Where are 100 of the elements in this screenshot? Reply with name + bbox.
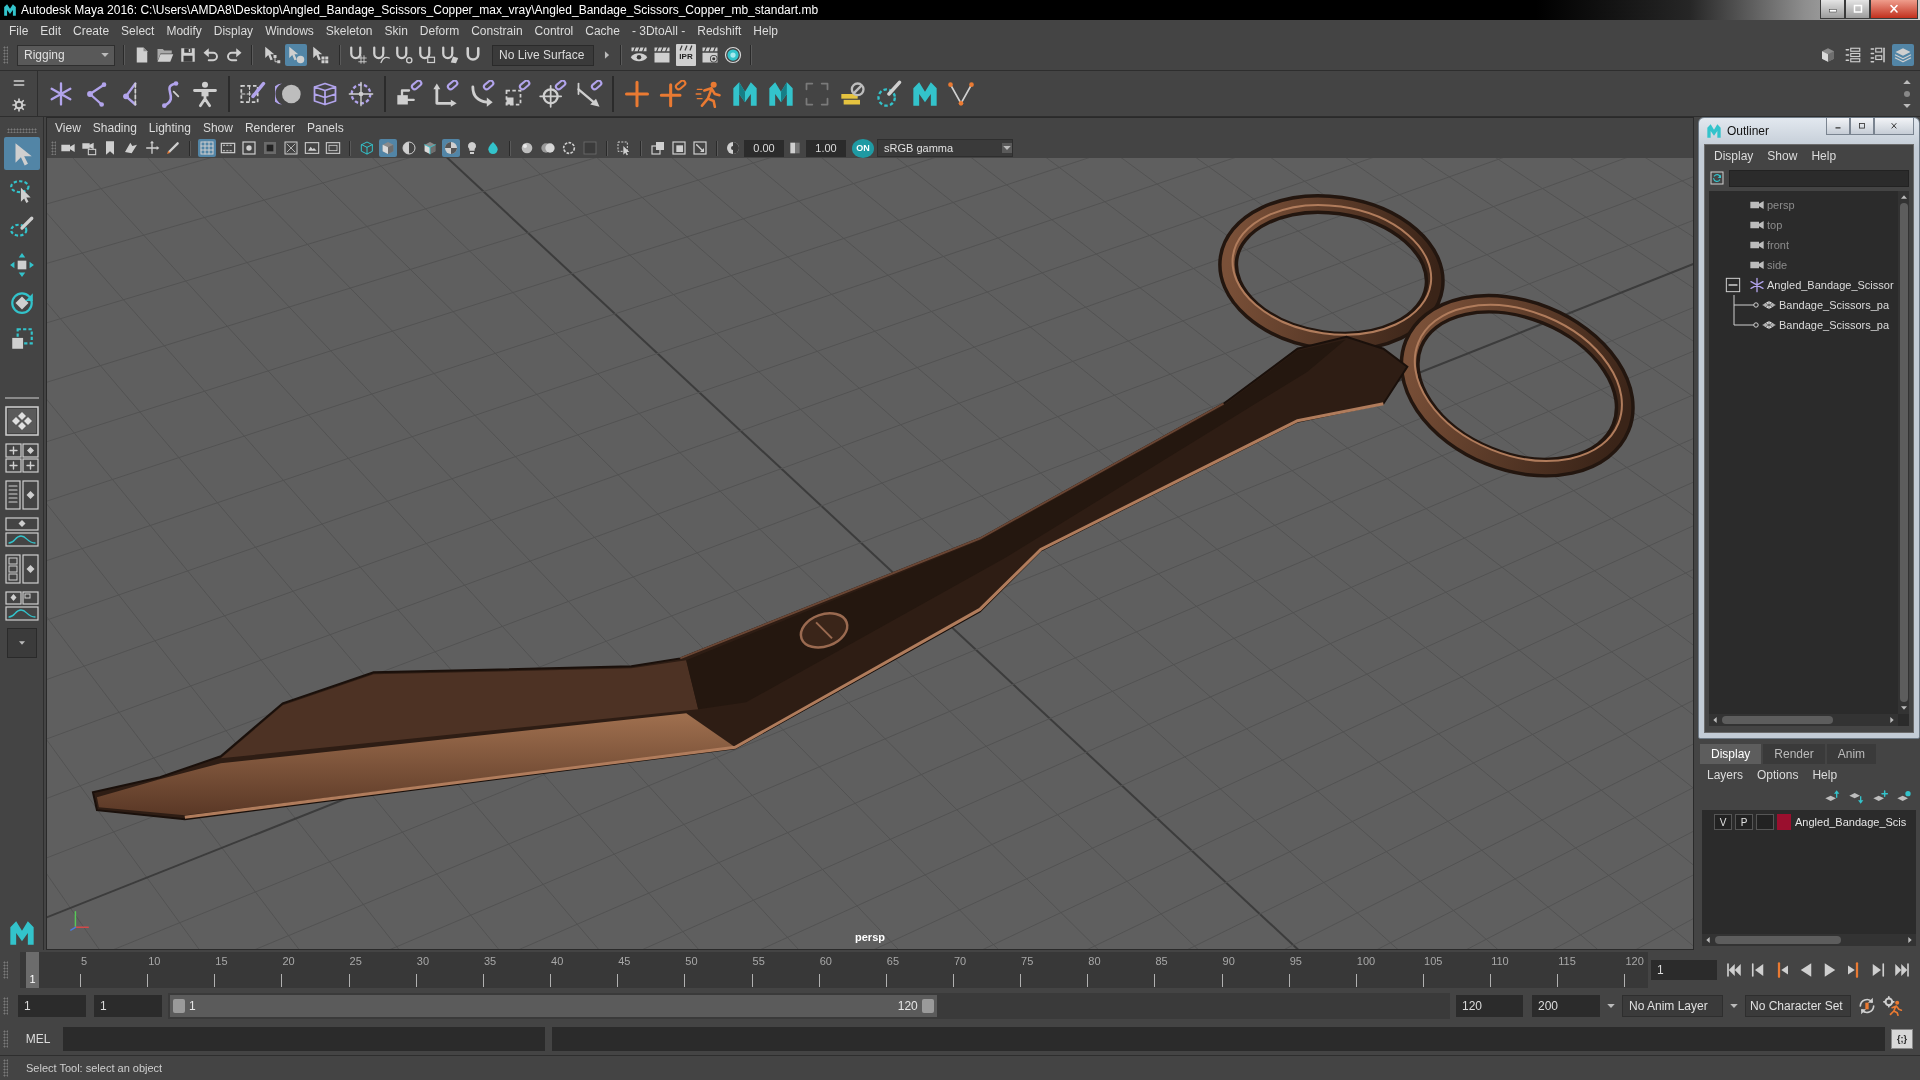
menu-item[interactable]: Display	[213, 22, 254, 39]
caret-down-icon[interactable]	[1729, 1001, 1739, 1011]
nested-toggle[interactable]	[670, 139, 688, 157]
linked-axes-icon[interactable]	[431, 79, 459, 108]
maximize-button[interactable]	[1845, 0, 1870, 19]
textured-toggle[interactable]	[442, 139, 460, 157]
half-square-icon[interactable]	[787, 140, 803, 156]
drag-handle[interactable]	[3, 1059, 8, 1077]
linked-diagonal-arrow-icon[interactable]	[575, 79, 603, 108]
horizontal-scrollbar[interactable]	[1709, 714, 1898, 726]
drag-handle[interactable]	[51, 141, 56, 155]
curve-magnet-icon[interactable]	[372, 46, 390, 64]
stick-figure-icon[interactable]	[191, 79, 219, 108]
start-frame-field[interactable]: 1	[18, 995, 86, 1017]
half-shaded-circle-icon[interactable]	[725, 140, 741, 156]
wireframe-toggle[interactable]	[358, 139, 376, 157]
menu-item[interactable]: Deform	[419, 22, 460, 39]
wire-on-shaded-toggle[interactable]	[421, 139, 439, 157]
outliner-item[interactable]: persp	[1709, 195, 1898, 215]
gamma-field[interactable]: 1.00	[806, 139, 846, 157]
menu-item[interactable]: Constrain	[471, 22, 523, 39]
menu-item[interactable]: Layers	[1707, 767, 1744, 783]
select-tool[interactable]	[3, 137, 40, 170]
outliner-item[interactable]: Angled_Bandage_Scissor	[1709, 275, 1898, 295]
visibility-toggle[interactable]: V	[1714, 814, 1732, 830]
color-swatch-icon[interactable]	[1777, 814, 1791, 830]
panel-menu-item[interactable]: Panels	[306, 120, 344, 136]
menu-item[interactable]: File	[9, 22, 29, 39]
view-transform-dropdown[interactable]: sRGB gamma	[877, 139, 1013, 157]
menu-item[interactable]: Windows	[265, 22, 314, 39]
menu-item[interactable]: Help	[753, 22, 778, 39]
skip-to-start-icon[interactable]	[1725, 961, 1743, 979]
v-curve-icon[interactable]	[947, 79, 975, 108]
skip-to-end-icon[interactable]	[1893, 961, 1911, 979]
outliner-item[interactable]: Bandage_Scissors_pa	[1709, 315, 1898, 335]
vertical-scrollbar[interactable]	[1898, 191, 1909, 714]
menu-set-dropdown[interactable]: Rigging	[17, 44, 115, 66]
smooth-shade-toggle[interactable]	[379, 139, 397, 157]
linked-cross-marker-icon[interactable]	[659, 79, 687, 108]
filled-square-toggle[interactable]	[581, 139, 599, 157]
menu-item[interactable]: Cache	[585, 22, 620, 39]
caret-right-icon[interactable]	[602, 50, 612, 60]
arrow-square-toggle[interactable]	[691, 139, 709, 157]
linked-crosshair-icon[interactable]	[539, 79, 567, 108]
object-select-button[interactable]	[285, 44, 307, 66]
command-input-field[interactable]	[63, 1026, 545, 1051]
horizontal-scrollbar[interactable]	[1702, 934, 1916, 946]
cycle-arrows-icon[interactable]	[1857, 996, 1877, 1016]
running-figure-gear-icon[interactable]	[1883, 996, 1903, 1016]
menu-item[interactable]: Select	[121, 22, 155, 39]
redo-icon[interactable]	[225, 46, 243, 64]
current-frame-field[interactable]: 1	[1651, 960, 1717, 980]
linked-scale-icon[interactable]	[503, 79, 531, 108]
playback-end-field[interactable]: 120	[1456, 995, 1523, 1017]
drag-handle[interactable]	[3, 997, 8, 1015]
menu-item[interactable]: Help	[1811, 148, 1837, 164]
panel-menu-item[interactable]: View	[55, 120, 81, 136]
point-magnet-icon[interactable]	[395, 46, 413, 64]
menu-item[interactable]: Edit	[40, 22, 62, 39]
scrollbar-thumb[interactable]	[1722, 716, 1833, 724]
save-icon[interactable]	[179, 46, 197, 64]
character-set-dropdown[interactable]: No Character Set	[1745, 995, 1851, 1017]
ipr-render-button[interactable]: IPR	[676, 44, 696, 66]
channel-box-button[interactable]	[1892, 44, 1914, 66]
gate-mask-toggle[interactable]	[261, 139, 279, 157]
linked-box-icon[interactable]	[395, 79, 423, 108]
running-figure-icon[interactable]	[695, 79, 723, 108]
time-slider[interactable]: 5 10 15 20 25 30 35 40 45 50 55 60 65 70 75 80 85 90 95 100 105 110 115 120 1	[20, 952, 1648, 988]
exposure-field[interactable]: 0.00	[744, 139, 784, 157]
dot-icon[interactable]	[1903, 89, 1911, 98]
menu-item[interactable]: Create	[73, 22, 110, 39]
magnet-icon[interactable]	[464, 46, 482, 64]
safe-action-toggle[interactable]	[303, 139, 321, 157]
live-surface-field[interactable]: No Live Surface	[492, 44, 594, 66]
end-frame-field[interactable]: 200	[1532, 995, 1600, 1017]
four-diamond-layout-icon[interactable]	[4, 406, 39, 436]
clapperboard-icon[interactable]	[653, 46, 671, 64]
two-pane-layout-icon[interactable]	[4, 480, 39, 510]
safe-title-toggle[interactable]	[324, 139, 342, 157]
dotted-circle-icon[interactable]	[347, 79, 375, 108]
panel-menu-item[interactable]: Lighting	[148, 120, 191, 136]
menu-item[interactable]: Control	[534, 22, 574, 39]
anim-layer-dropdown[interactable]: No Anim Layer	[1622, 995, 1723, 1017]
clapperboard-gear-icon[interactable]	[701, 46, 719, 64]
scrollbar-thumb[interactable]	[1899, 203, 1908, 702]
drag-handle[interactable]	[3, 1029, 8, 1048]
filter-field[interactable]	[1729, 169, 1909, 187]
stacked-bars-icon[interactable]	[839, 79, 867, 108]
minimize-button[interactable]	[1820, 0, 1845, 19]
panel-menu-item[interactable]: Shading	[92, 120, 137, 136]
drag-handle[interactable]	[6, 128, 37, 133]
menu-item[interactable]: Help	[1812, 767, 1838, 783]
layer-name[interactable]: Angled_Bandage_Scis	[1795, 816, 1907, 828]
caret-down-icon[interactable]	[1606, 1001, 1616, 1011]
cross-marker-icon[interactable]	[623, 79, 651, 108]
range-start-handle[interactable]	[173, 999, 185, 1013]
half-shade-toggle[interactable]	[400, 139, 418, 157]
outliner-item[interactable]: Bandage_Scissors_pa	[1709, 295, 1898, 315]
undo-icon[interactable]	[202, 46, 220, 64]
graph-pane-layout-icon[interactable]	[4, 517, 39, 547]
